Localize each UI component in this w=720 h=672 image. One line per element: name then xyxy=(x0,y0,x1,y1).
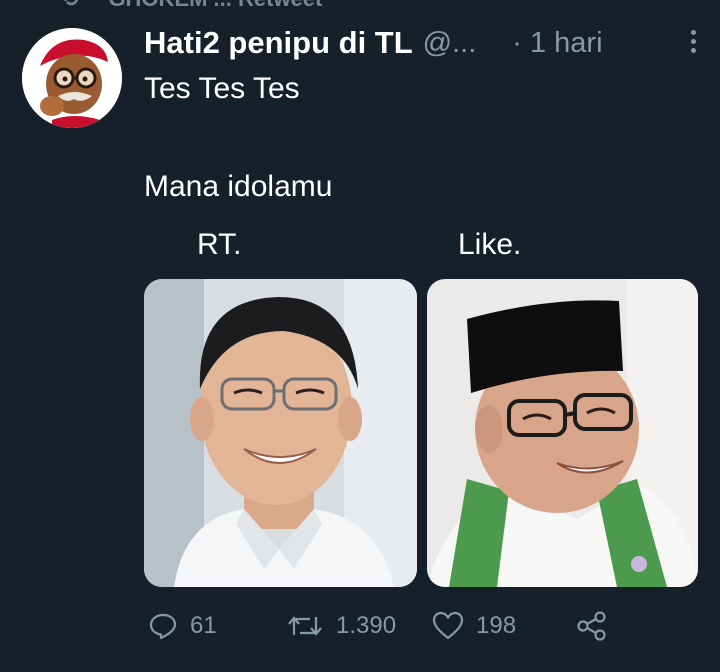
retweet-count: 1.390 xyxy=(336,612,397,639)
retweet-banner-text: GHOKEM ... Retweet xyxy=(108,0,322,11)
media-label-left: RT. xyxy=(197,228,242,261)
tweet-text-line-1: Tes Tes Tes xyxy=(144,72,300,105)
tweet-timestamp[interactable]: 1 hari xyxy=(530,27,603,60)
reply-button[interactable]: 61 xyxy=(148,604,217,648)
reply-icon xyxy=(149,613,177,640)
avatar[interactable] xyxy=(22,28,122,128)
author-display-name[interactable]: Hati2 penipu di TL xyxy=(144,25,413,61)
retweet-banner: ⟲ GHOKEM ... Retweet xyxy=(60,0,322,12)
heart-icon xyxy=(432,611,464,640)
tweet-actions: 61 1.390 198 xyxy=(148,604,720,648)
tweet-header: Hati2 penipu di TL @... · 1 hari xyxy=(144,22,702,64)
photo-left-image xyxy=(144,279,417,587)
retweet-icon xyxy=(288,616,322,636)
photo-left[interactable] xyxy=(144,279,417,587)
share-icon xyxy=(577,611,606,641)
photo-right[interactable] xyxy=(427,279,698,587)
like-count: 198 xyxy=(476,612,517,639)
reply-count: 61 xyxy=(190,612,217,639)
photo-right-image xyxy=(427,279,698,587)
share-button[interactable] xyxy=(576,604,608,648)
retweet-button[interactable]: 1.390 xyxy=(286,604,396,648)
like-button[interactable]: 198 xyxy=(432,604,516,648)
author-handle[interactable]: @... xyxy=(423,27,477,60)
media-label-right: Like. xyxy=(458,228,522,261)
tweet-text-line-2: Mana idolamu xyxy=(144,170,333,203)
retweet-banner-icon: ⟲ xyxy=(60,0,78,12)
more-vertical-icon[interactable] xyxy=(684,26,702,60)
header-separator: · xyxy=(512,26,522,59)
cartoon-old-man-avatar-icon xyxy=(22,28,122,128)
